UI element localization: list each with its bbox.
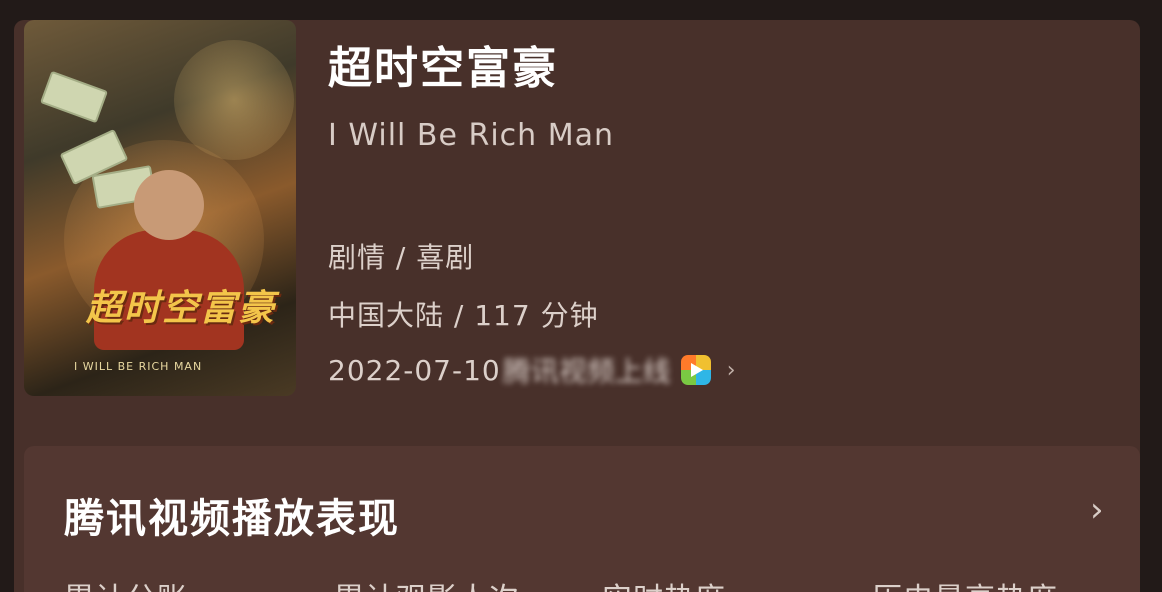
poster-glow-top xyxy=(174,40,294,160)
release-platform-text: 腾讯视频上线 xyxy=(502,355,671,388)
stat-label: 历史最高热度 xyxy=(872,574,1058,592)
stat-label: 累计分账 xyxy=(64,574,334,592)
release-info-link[interactable]: 2022-07-10 腾讯视频上线 › xyxy=(328,350,736,390)
movie-title: 超时空富豪 xyxy=(328,43,558,94)
release-date: 2022-07-10 xyxy=(328,353,501,387)
stat-label: 累计观影人次 xyxy=(334,574,602,592)
chevron-right-icon: › xyxy=(726,357,736,383)
poster-title-art: 超时空富豪 xyxy=(86,288,277,329)
poster-character-face xyxy=(134,170,204,240)
stats-row: 累计分账 累计观影人次 实时热度 历史最高热度 xyxy=(64,574,1058,592)
movie-genres: 剧情 / 喜剧 xyxy=(328,241,475,274)
playback-performance-panel[interactable]: 腾讯视频播放表现 › 累计分账 累计观影人次 实时热度 历史最高热度 xyxy=(24,446,1140,592)
chevron-right-icon[interactable]: › xyxy=(1090,490,1104,530)
movie-english-title: I Will Be Rich Man xyxy=(328,118,615,153)
panel-title: 腾讯视频播放表现 xyxy=(64,496,400,542)
movie-poster[interactable]: 超时空富豪 I WILL BE RICH MAN xyxy=(24,20,296,396)
stat-label: 实时热度 xyxy=(602,574,872,592)
tencent-video-icon xyxy=(680,355,711,385)
movie-region-runtime: 中国大陆 / 117 分钟 xyxy=(328,299,599,332)
movie-card: 超时空富豪 I WILL BE RICH MAN 超时空富豪 I Will Be… xyxy=(14,20,1140,592)
money-bill-art xyxy=(39,70,109,124)
poster-subtitle-art: I WILL BE RICH MAN xyxy=(74,360,203,373)
